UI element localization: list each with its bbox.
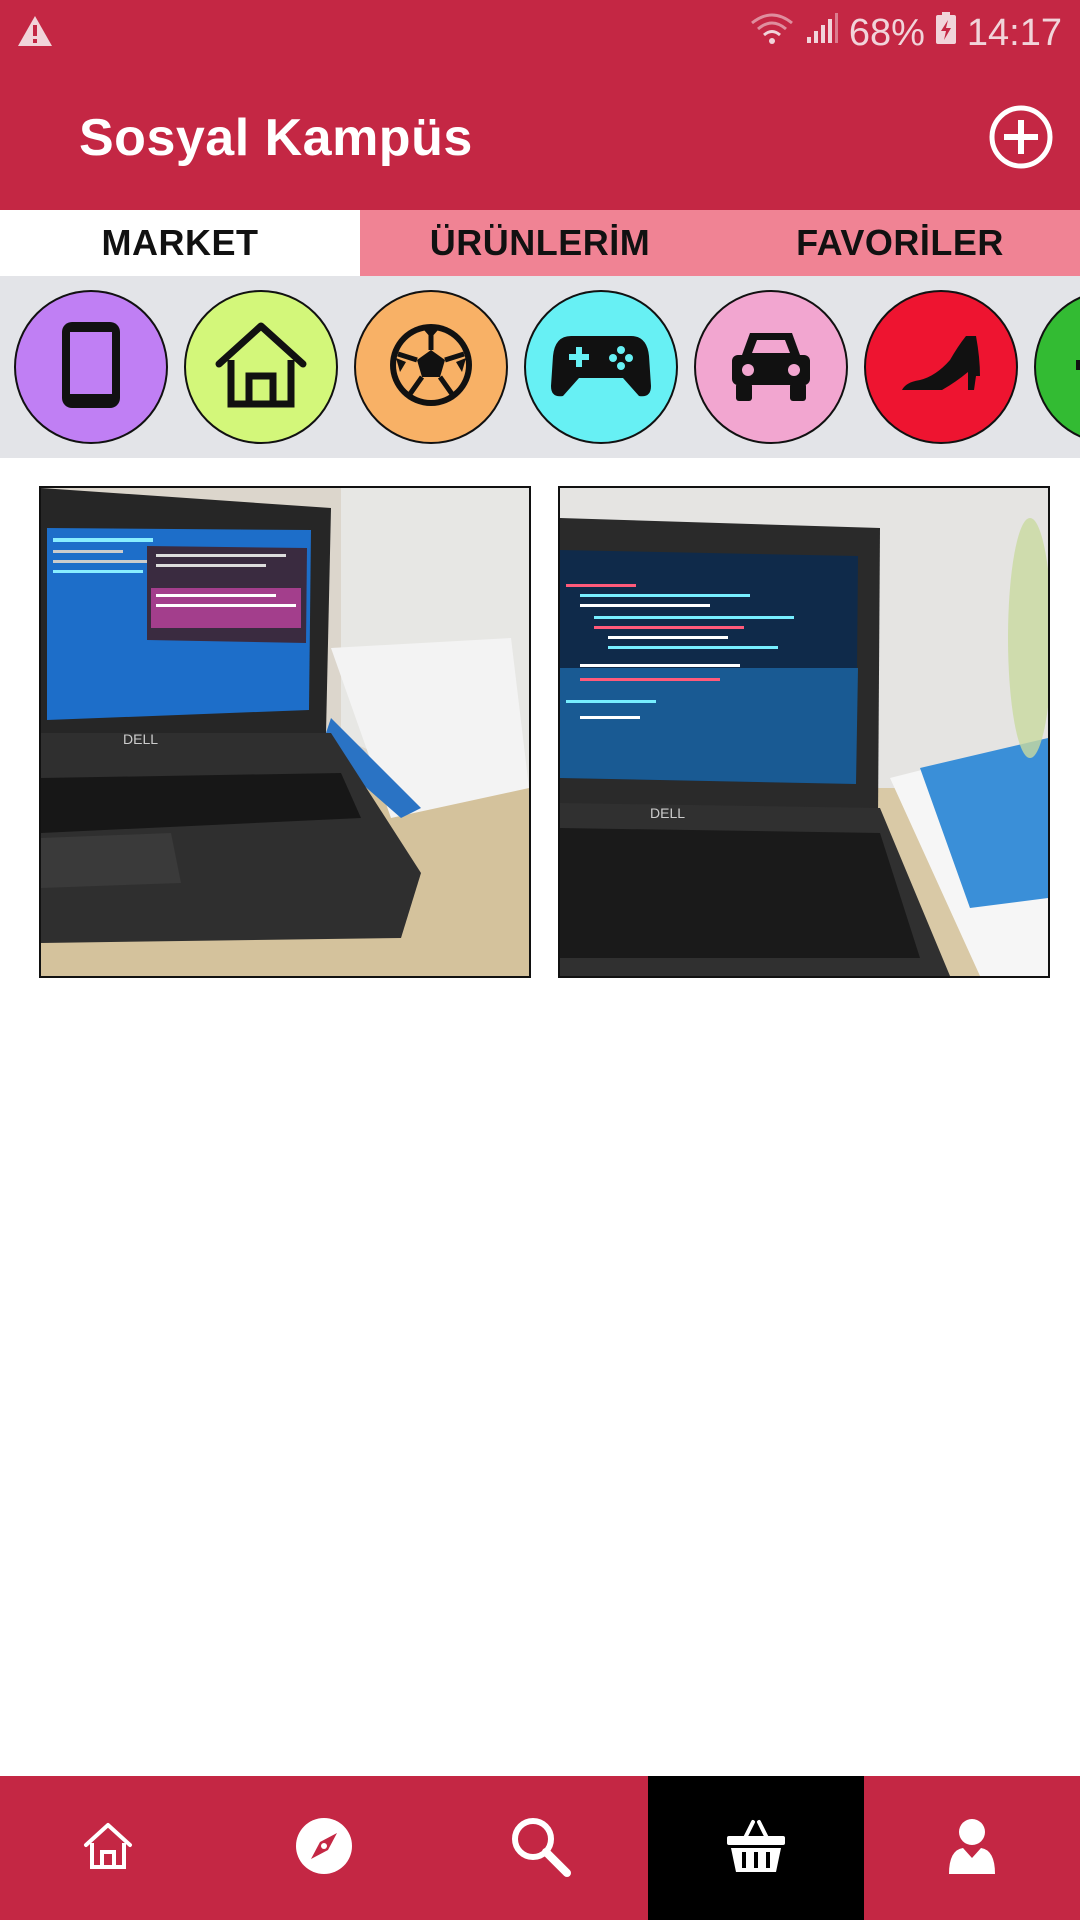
category-cars[interactable] [694, 290, 848, 444]
phone-icon [56, 320, 126, 415]
tab-my-products[interactable]: ÜRÜNLERİM [360, 210, 720, 276]
category-more[interactable] [1034, 290, 1080, 444]
laptop-photo-2: DELL [560, 488, 1048, 976]
category-games[interactable] [524, 290, 678, 444]
nav-explore[interactable] [216, 1776, 432, 1920]
clock: 14:17 [966, 11, 1062, 54]
battery-percentage: 68% [848, 11, 925, 54]
category-home[interactable] [184, 290, 338, 444]
search-icon [509, 1815, 571, 1882]
product-card-2[interactable]: DELL [558, 486, 1050, 978]
category-bar[interactable] [0, 276, 1080, 458]
wifi-icon [749, 11, 795, 55]
basket-icon [725, 1818, 787, 1879]
category-phones[interactable] [14, 290, 168, 444]
status-bar: 68% 14:17 [0, 0, 1080, 66]
svg-text:DELL: DELL [123, 731, 158, 747]
plus-icon [1066, 320, 1080, 415]
nav-search[interactable] [432, 1776, 648, 1920]
svg-text:DELL: DELL [650, 805, 685, 821]
tab-bar: MARKET ÜRÜNLERİM FAVORİLER [0, 210, 1080, 276]
app-title: Sosyal Kampüs [79, 109, 473, 167]
home-icon [213, 320, 309, 415]
warning-icon [16, 14, 54, 53]
signal-icon [805, 11, 839, 55]
soccer-ball-icon [386, 320, 476, 415]
gamepad-icon [549, 330, 653, 405]
bottom-nav [0, 1776, 1080, 1920]
category-sports[interactable] [354, 290, 508, 444]
laptop-photo-1: DELL [41, 488, 529, 976]
tab-market[interactable]: MARKET [0, 210, 360, 276]
car-icon [726, 325, 816, 410]
add-product-button[interactable] [988, 104, 1054, 170]
plus-circle-icon [988, 105, 1054, 174]
nav-home[interactable] [0, 1776, 216, 1920]
nav-market[interactable] [648, 1776, 864, 1920]
nav-profile[interactable] [864, 1776, 1080, 1920]
high-heel-icon [896, 330, 986, 405]
home-icon [83, 1821, 133, 1876]
tab-favorites[interactable]: FAVORİLER [720, 210, 1080, 276]
battery-charging-icon [935, 11, 957, 55]
app-bar: Sosyal Kampüs [0, 66, 1080, 210]
product-card-1[interactable]: DELL [39, 486, 531, 978]
category-shoes[interactable] [864, 290, 1018, 444]
compass-icon [295, 1817, 353, 1880]
user-icon [949, 1818, 995, 1879]
